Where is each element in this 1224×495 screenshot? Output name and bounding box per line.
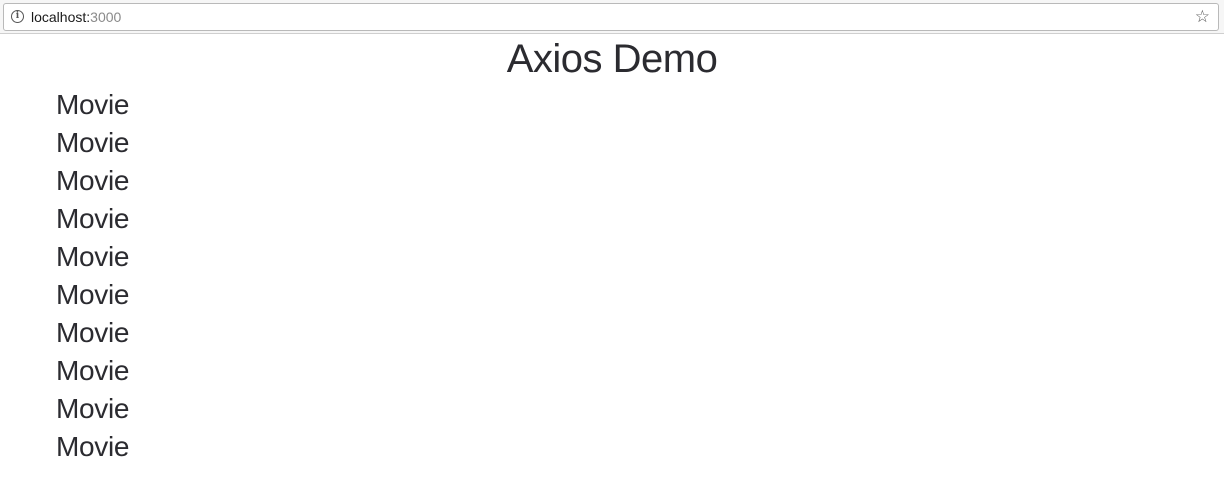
info-icon[interactable]: i xyxy=(11,10,24,23)
address-bar[interactable]: i localhost:3000 ☆ xyxy=(3,3,1219,31)
movie-list: Movie Movie Movie Movie Movie Movie Movi… xyxy=(56,86,130,466)
list-item: Movie xyxy=(56,431,130,462)
list-item: Movie xyxy=(56,203,130,234)
list-item: Movie xyxy=(56,317,130,348)
star-icon[interactable]: ☆ xyxy=(1195,7,1210,27)
page-title: Axios Demo xyxy=(506,37,718,81)
list-item: Movie xyxy=(56,127,130,158)
list-item: Movie xyxy=(56,89,130,120)
url-port: 3000 xyxy=(90,9,122,25)
url-host: localhost: xyxy=(31,9,91,25)
list-item: Movie xyxy=(56,355,130,386)
list-item: Movie xyxy=(56,165,130,196)
list-item: Movie xyxy=(56,241,130,272)
list-item: Movie xyxy=(56,279,130,310)
page-content: Axios Demo Movie Movie Movie Movie Movie… xyxy=(0,34,1224,495)
url-text[interactable]: localhost:3000 xyxy=(31,8,121,26)
list-item: Movie xyxy=(56,393,130,424)
browser-toolbar: i localhost:3000 ☆ xyxy=(0,0,1224,34)
